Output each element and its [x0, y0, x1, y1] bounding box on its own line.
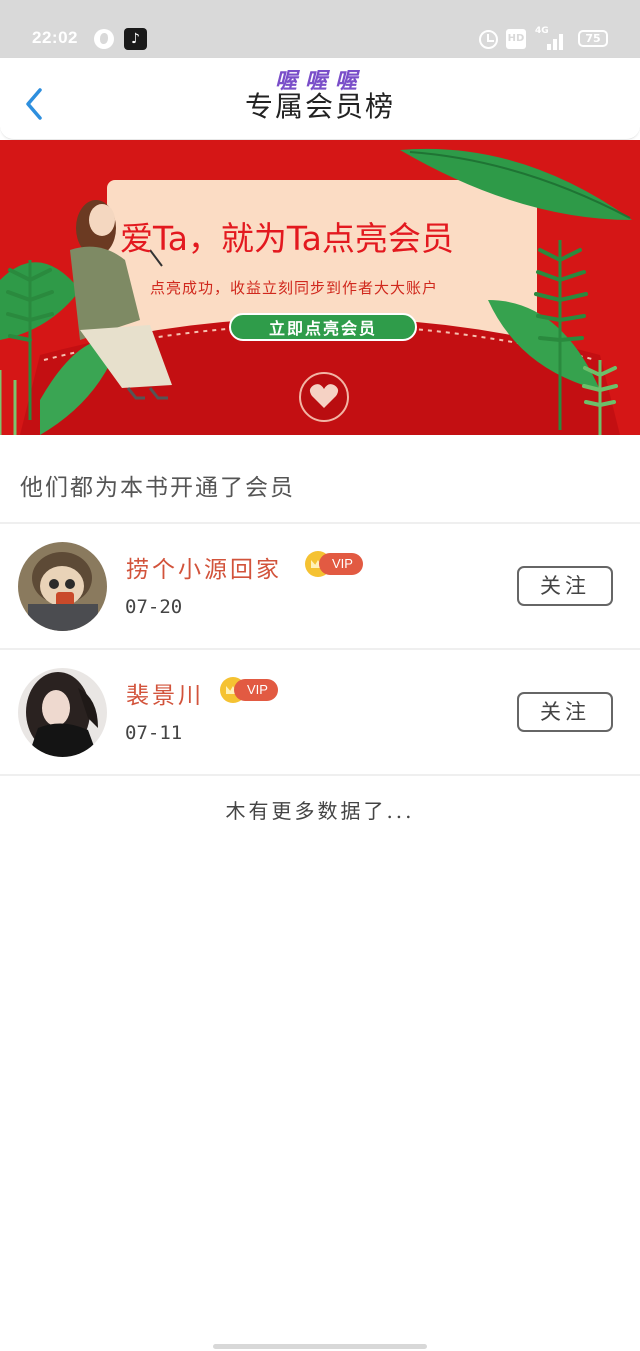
banner-headline: 爱Ta，就为Ta点亮会员 — [120, 219, 454, 258]
battery-level: 75 — [585, 32, 601, 45]
member-name[interactable]: 捞个小源回家 — [126, 550, 282, 584]
avatar-image — [18, 542, 107, 631]
member-date: 07-20 — [125, 596, 183, 618]
no-more-data-text: 木有更多数据了... — [225, 799, 415, 823]
hd-icon: HD — [506, 29, 526, 49]
avatar-image — [18, 668, 107, 757]
member-name[interactable]: 裴景川 — [126, 676, 204, 710]
home-indicator[interactable] — [213, 1344, 427, 1349]
follow-button[interactable]: 关注 — [517, 692, 613, 732]
status-time: 22:02 — [32, 28, 78, 47]
status-bar: 22:02 ♪ HD 4G 75 — [0, 0, 640, 58]
signal-icon: 4G — [535, 26, 565, 50]
divider — [0, 774, 640, 776]
page-title: 专属会员榜 — [244, 90, 395, 123]
vip-label: VIP — [234, 679, 278, 701]
avatar[interactable] — [18, 542, 107, 631]
banner-subtitle: 点亮成功，收益立刻同步到作者大大账户 — [150, 279, 439, 297]
member-row[interactable]: 裴景川 VIP 07-11 关注 — [0, 650, 640, 774]
tiktok-icon: ♪ — [124, 28, 147, 50]
alarm-icon — [479, 30, 498, 49]
members-section-heading: 他们都为本书开通了会员 — [20, 475, 295, 501]
nav-header: 喔喔喔 专属会员榜 — [0, 58, 640, 140]
member-date: 07-11 — [125, 722, 183, 744]
vip-label: VIP — [319, 553, 363, 575]
avatar[interactable] — [18, 668, 107, 757]
network-label: 4G — [535, 26, 549, 36]
globe-icon — [94, 29, 114, 49]
light-up-membership-button[interactable]: 立即点亮会员 — [229, 313, 417, 341]
member-row[interactable]: 捞个小源回家 VIP 07-20 关注 — [0, 524, 640, 648]
promo-banner[interactable]: 爱Ta，就为Ta点亮会员 点亮成功，收益立刻同步到作者大大账户 立即点亮会员 — [0, 140, 640, 435]
follow-button[interactable]: 关注 — [517, 566, 613, 606]
battery-icon: 75 — [578, 30, 608, 47]
